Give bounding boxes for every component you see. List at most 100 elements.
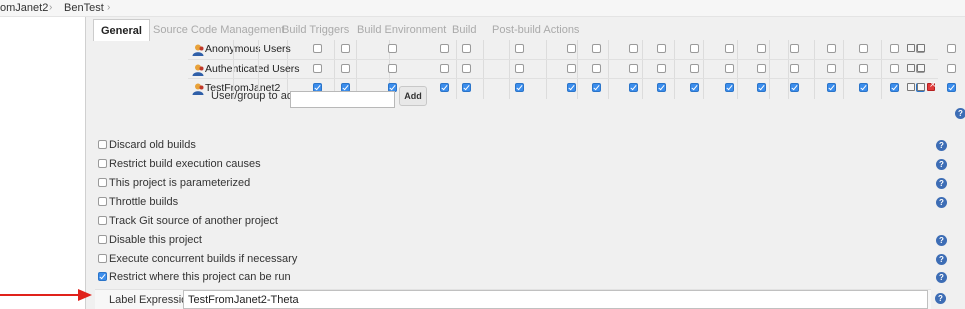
permission-checkbox[interactable] [790, 64, 799, 73]
permission-checkbox[interactable] [657, 83, 666, 92]
permission-checkbox[interactable] [592, 83, 601, 92]
permission-checkbox[interactable] [313, 64, 322, 73]
column-separator [769, 40, 770, 60]
permission-checkbox[interactable] [440, 44, 449, 53]
permission-checkbox[interactable] [890, 44, 899, 53]
permission-checkbox[interactable] [859, 64, 868, 73]
permission-checkbox[interactable] [592, 64, 601, 73]
permission-checkbox[interactable] [690, 44, 699, 53]
add-user-button[interactable]: Add [399, 86, 427, 106]
option-label: Disable this project [109, 234, 202, 246]
tab-post-build-actions[interactable]: Post-build Actions [492, 19, 579, 41]
permission-checkbox[interactable] [388, 44, 397, 53]
permission-checkbox[interactable] [440, 83, 449, 92]
tab-source-code-management[interactable]: Source Code Management [153, 19, 284, 41]
permission-checkbox[interactable] [388, 64, 397, 73]
permission-checkbox[interactable] [947, 44, 956, 53]
unselect-all-icon[interactable] [917, 64, 925, 72]
permission-checkbox[interactable] [757, 64, 766, 73]
breadcrumb-separator: › [107, 2, 111, 13]
column-separator [642, 79, 643, 99]
option-checkbox[interactable] [98, 216, 107, 225]
permission-checkbox[interactable] [725, 83, 734, 92]
permission-checkbox[interactable] [440, 64, 449, 73]
permission-checkbox[interactable] [790, 83, 799, 92]
permission-checkbox[interactable] [725, 44, 734, 53]
help-icon[interactable]: ? [936, 159, 947, 170]
permission-checkbox[interactable] [341, 44, 350, 53]
permission-checkbox[interactable] [629, 64, 638, 73]
column-separator [642, 60, 643, 80]
tab-general[interactable]: General [93, 19, 150, 41]
breadcrumb-item-parent[interactable]: omJanet2 [0, 2, 48, 14]
permission-checkbox[interactable] [629, 44, 638, 53]
permission-checkbox[interactable] [629, 83, 638, 92]
help-icon[interactable]: ? [935, 293, 946, 304]
column-separator [456, 79, 457, 99]
permission-checkbox[interactable] [515, 64, 524, 73]
tab-build[interactable]: Build [452, 19, 476, 41]
help-icon[interactable]: ? [936, 197, 947, 208]
option-checkbox[interactable] [98, 178, 107, 187]
permission-checkbox[interactable] [515, 83, 524, 92]
permission-checkbox[interactable] [567, 64, 576, 73]
select-all-icon[interactable] [907, 83, 915, 91]
permission-checkbox[interactable] [690, 83, 699, 92]
permission-user-cell: Anonymous Users [188, 40, 291, 60]
permission-checkbox[interactable] [657, 44, 666, 53]
permission-checkbox[interactable] [827, 83, 836, 92]
column-separator [737, 40, 738, 60]
option-checkbox[interactable] [98, 197, 107, 206]
option-label: Throttle builds [109, 196, 179, 208]
permission-checkbox[interactable] [341, 64, 350, 73]
permission-checkbox[interactable] [890, 64, 899, 73]
help-icon[interactable]: ? [936, 254, 947, 265]
permission-checkbox[interactable] [757, 83, 766, 92]
delete-icon[interactable] [927, 80, 937, 91]
permission-checkbox[interactable] [567, 83, 576, 92]
permission-checkbox[interactable] [859, 44, 868, 53]
column-separator [843, 79, 844, 99]
breadcrumb-item-bentest[interactable]: BenTest [64, 2, 104, 14]
option-checkbox[interactable] [98, 272, 107, 281]
permission-checkbox[interactable] [859, 83, 868, 92]
permission-checkbox[interactable] [462, 83, 471, 92]
help-icon[interactable]: ? [955, 108, 965, 119]
permission-checkbox[interactable] [827, 44, 836, 53]
permission-checkbox[interactable] [947, 64, 956, 73]
option-checkbox[interactable] [98, 235, 107, 244]
add-user-input[interactable] [290, 91, 395, 108]
permission-checkbox[interactable] [790, 44, 799, 53]
permission-checkbox[interactable] [757, 44, 766, 53]
help-icon[interactable]: ? [936, 140, 947, 151]
permission-checkbox[interactable] [947, 83, 956, 92]
option-checkbox[interactable] [98, 140, 107, 149]
permission-checkbox[interactable] [515, 44, 524, 53]
tab-build-environment[interactable]: Build Environment [357, 19, 446, 41]
column-separator [703, 79, 704, 99]
select-all-icon[interactable] [907, 44, 915, 52]
permission-checkbox[interactable] [657, 64, 666, 73]
user-icon [192, 83, 204, 95]
column-separator [737, 79, 738, 99]
permission-checkbox[interactable] [725, 64, 734, 73]
permission-checkbox[interactable] [827, 64, 836, 73]
help-icon[interactable]: ? [936, 235, 947, 246]
help-icon[interactable]: ? [936, 272, 947, 283]
permission-checkbox[interactable] [313, 44, 322, 53]
permission-checkbox[interactable] [890, 83, 899, 92]
select-all-icon[interactable] [907, 64, 915, 72]
permission-checkbox[interactable] [462, 44, 471, 53]
unselect-all-icon[interactable] [917, 83, 925, 91]
unselect-all-icon[interactable] [917, 44, 925, 52]
permission-checkbox[interactable] [567, 44, 576, 53]
column-separator [788, 40, 789, 60]
help-icon[interactable]: ? [936, 178, 947, 189]
permission-checkbox[interactable] [592, 44, 601, 53]
permission-checkbox[interactable] [690, 64, 699, 73]
permission-checkbox[interactable] [462, 64, 471, 73]
label-expression-input[interactable] [183, 290, 928, 309]
option-checkbox[interactable] [98, 254, 107, 263]
option-checkbox[interactable] [98, 159, 107, 168]
tab-build-triggers[interactable]: Build Triggers [282, 19, 349, 41]
